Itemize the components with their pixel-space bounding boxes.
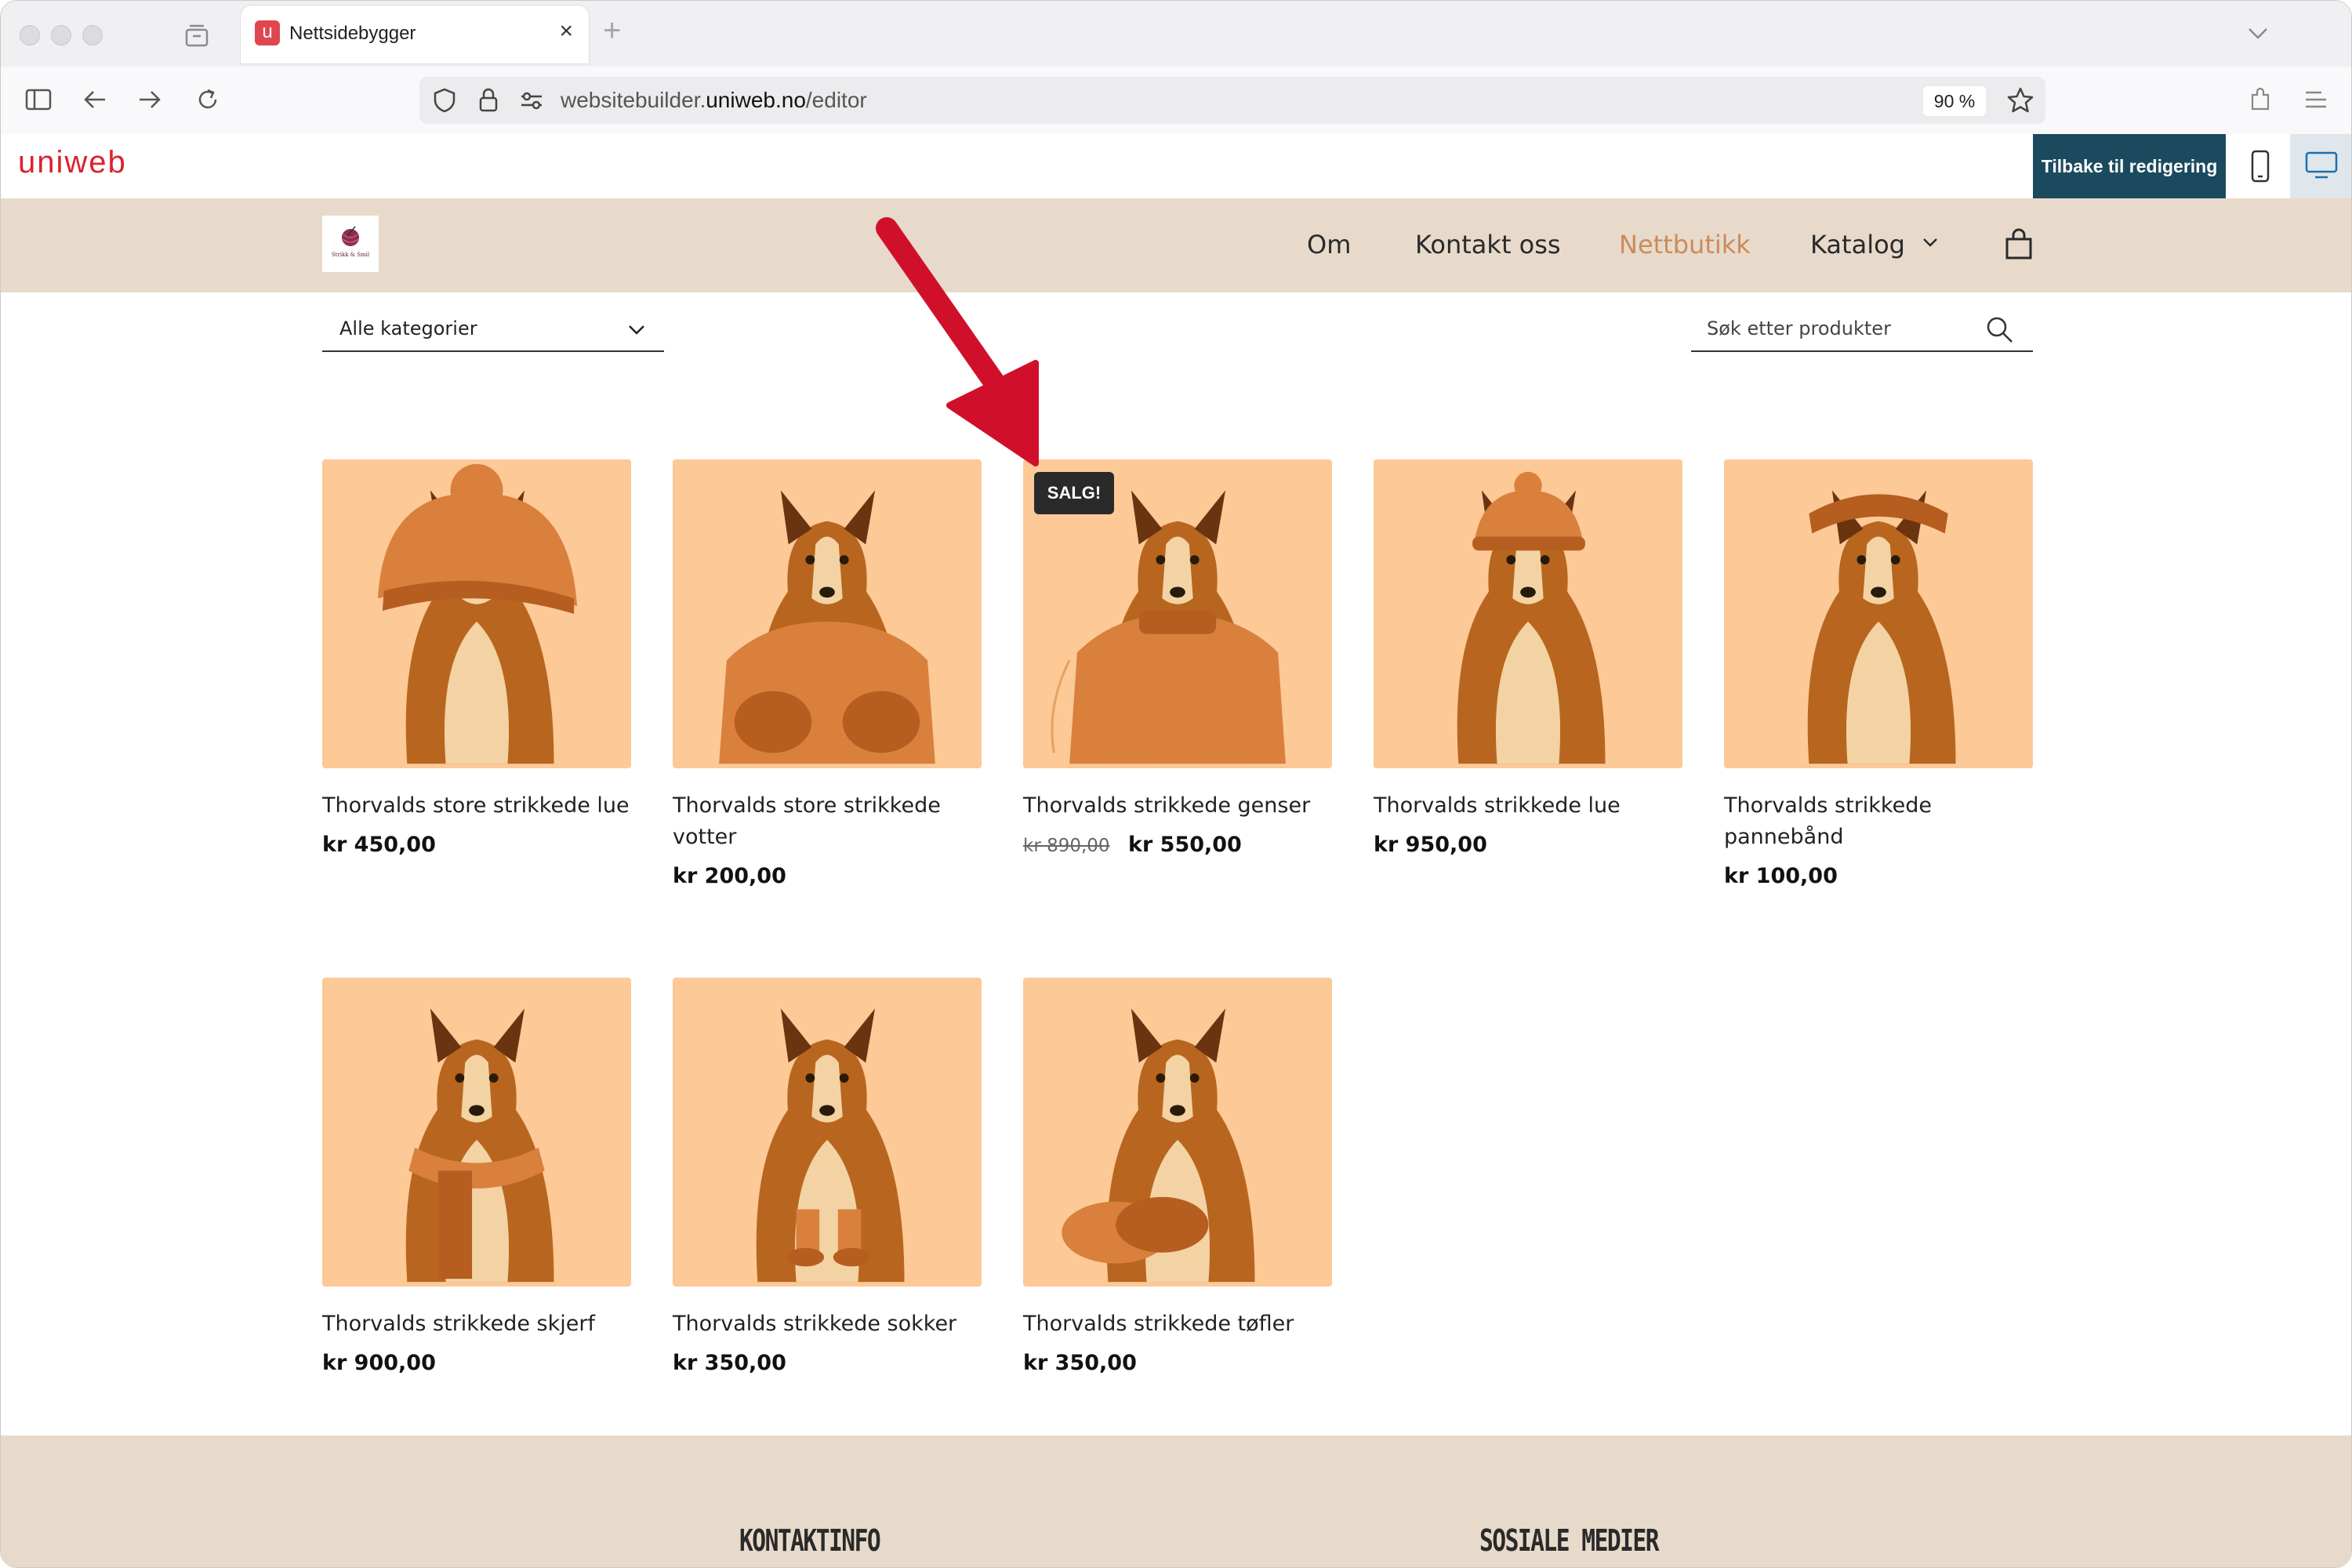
search-icon[interactable] bbox=[1984, 314, 2016, 346]
shield-icon[interactable] bbox=[430, 86, 459, 114]
product-image[interactable] bbox=[1023, 978, 1332, 1287]
product-current-price: kr 350,00 bbox=[673, 1351, 786, 1375]
desktop-preview-button[interactable] bbox=[2290, 134, 2351, 198]
product-name[interactable]: Thorvalds strikkede skjerf bbox=[322, 1308, 631, 1340]
product-old-price: kr 890,00 bbox=[1023, 836, 1110, 856]
close-window-button[interactable] bbox=[20, 25, 40, 45]
product-image[interactable] bbox=[673, 978, 982, 1287]
url-text[interactable]: websitebuilder.uniweb.no/editor bbox=[561, 88, 867, 113]
product-current-price: kr 450,00 bbox=[322, 833, 436, 857]
uniweb-favicon-icon: u bbox=[255, 20, 280, 45]
product-price: kr 350,00 bbox=[1023, 1351, 1137, 1375]
search-placeholder: Søk etter produkter bbox=[1707, 318, 1891, 339]
product-name[interactable]: Thorvalds strikkede tøfler bbox=[1023, 1308, 1332, 1340]
product-image[interactable] bbox=[1374, 459, 1682, 768]
product-price: kr 900,00 bbox=[322, 1351, 436, 1375]
site-logo[interactable]: Strikk & Smil bbox=[322, 216, 379, 272]
product-image[interactable] bbox=[322, 978, 631, 1287]
product-name[interactable]: Thorvalds strikkede lue bbox=[1374, 790, 1682, 822]
back-arrow-icon[interactable] bbox=[81, 85, 109, 114]
chevron-down-icon bbox=[1923, 238, 1938, 247]
product-current-price: kr 100,00 bbox=[1724, 864, 1838, 888]
tab-overview-icon[interactable] bbox=[184, 23, 209, 48]
product-name[interactable]: Thorvalds strikkede genser bbox=[1023, 790, 1332, 822]
product-name[interactable]: Thorvalds store strikkede votter bbox=[673, 790, 982, 853]
back-to-editing-button[interactable]: Tilbake til redigering bbox=[2033, 134, 2226, 198]
tab-nettsidebygger[interactable]: u Nettsidebygger × bbox=[241, 5, 589, 64]
browser-window: u Nettsidebygger × + websitebuilder.uniw… bbox=[0, 0, 2352, 1568]
product-name[interactable]: Thorvalds strikkede sokker bbox=[673, 1308, 982, 1340]
product-price: kr 350,00 bbox=[673, 1351, 786, 1375]
desktop-monitor-icon bbox=[2305, 151, 2338, 179]
product-current-price: kr 950,00 bbox=[1374, 833, 1487, 857]
tab-bar: u Nettsidebygger × + bbox=[1, 1, 2351, 67]
menu-item-katalog[interactable]: Katalog bbox=[1810, 230, 1938, 260]
product-price: kr 100,00 bbox=[1724, 864, 1838, 888]
product-price: kr 200,00 bbox=[673, 864, 786, 888]
product-name[interactable]: Thorvalds strikkede pannebånd bbox=[1724, 790, 2033, 853]
mobile-phone-icon bbox=[2251, 150, 2270, 183]
bookmark-star-icon[interactable] bbox=[2006, 86, 2034, 114]
site-header: Strikk & Smil Om Kontakt oss Nettbutikk … bbox=[1, 198, 2351, 292]
lock-icon[interactable] bbox=[476, 86, 501, 114]
category-filter-value: Alle kategorier bbox=[339, 318, 477, 339]
site-logo-text: Strikk & Smil bbox=[331, 252, 370, 258]
product-image[interactable] bbox=[673, 459, 982, 768]
menu-item-katalog-label: Katalog bbox=[1810, 230, 1905, 260]
menu-item-kontakt-oss[interactable]: Kontakt oss bbox=[1415, 230, 1561, 260]
chevron-down-icon bbox=[629, 325, 644, 335]
shopping-bag-icon[interactable] bbox=[2003, 228, 2034, 261]
footer-social-heading: SOSIALE MEDIER bbox=[1479, 1523, 1660, 1558]
sidebar-toggle-icon[interactable] bbox=[24, 85, 53, 114]
tab-title: Nettsidebygger bbox=[289, 23, 416, 44]
sale-badge: SALG! bbox=[1034, 472, 1114, 514]
product-image[interactable]: SALG! bbox=[1023, 459, 1332, 768]
site-footer: KONTAKTINFO SOSIALE MEDIER bbox=[1, 1436, 2351, 1567]
annotation-arrow bbox=[876, 217, 1039, 466]
product-name[interactable]: Thorvalds store strikkede lue bbox=[322, 790, 631, 822]
product-image[interactable] bbox=[322, 459, 631, 768]
address-bar[interactable]: websitebuilder.uniweb.no/editor 90 % bbox=[419, 77, 2045, 124]
tab-close-icon[interactable]: × bbox=[559, 18, 573, 45]
editor-toolbar: uniweb Tilbake til redigering bbox=[1, 134, 2351, 199]
product-image[interactable] bbox=[1724, 459, 2033, 768]
product-price: kr 950,00 bbox=[1374, 833, 1487, 857]
product-price: kr 450,00 bbox=[322, 833, 436, 857]
product-search-input[interactable]: Søk etter produkter bbox=[1691, 308, 2033, 352]
product-current-price: kr 200,00 bbox=[673, 864, 786, 888]
mobile-preview-button[interactable] bbox=[2232, 134, 2288, 198]
product-price: kr 890,00 kr 550,00 bbox=[1023, 833, 1242, 857]
product-current-price: kr 900,00 bbox=[322, 1351, 436, 1375]
new-tab-button[interactable]: + bbox=[603, 15, 621, 46]
minimize-window-button[interactable] bbox=[51, 25, 71, 45]
navigation-bar: websitebuilder.uniweb.no/editor 90 % bbox=[1, 67, 2351, 135]
footer-contact-heading: KONTAKTINFO bbox=[739, 1523, 881, 1558]
forward-arrow-icon[interactable] bbox=[136, 85, 164, 114]
uniweb-logo: uniweb bbox=[18, 145, 127, 180]
site-settings-icon[interactable] bbox=[518, 88, 545, 113]
reload-icon[interactable] bbox=[194, 85, 222, 114]
product-current-price: kr 350,00 bbox=[1023, 1351, 1137, 1375]
maximize-window-button[interactable] bbox=[82, 25, 103, 45]
yarn-ball-icon bbox=[342, 226, 359, 246]
menu-item-nettbutikk[interactable]: Nettbutikk bbox=[1619, 230, 1751, 260]
menu-item-om[interactable]: Om bbox=[1307, 230, 1351, 260]
menu-icon[interactable] bbox=[2303, 85, 2331, 114]
product-current-price: kr 550,00 bbox=[1127, 833, 1242, 857]
zoom-level-button[interactable]: 90 % bbox=[1923, 86, 1986, 116]
extensions-icon[interactable] bbox=[2246, 85, 2274, 114]
category-filter-select[interactable]: Alle kategorier bbox=[322, 308, 664, 352]
chevron-down-icon[interactable] bbox=[2246, 21, 2270, 45]
